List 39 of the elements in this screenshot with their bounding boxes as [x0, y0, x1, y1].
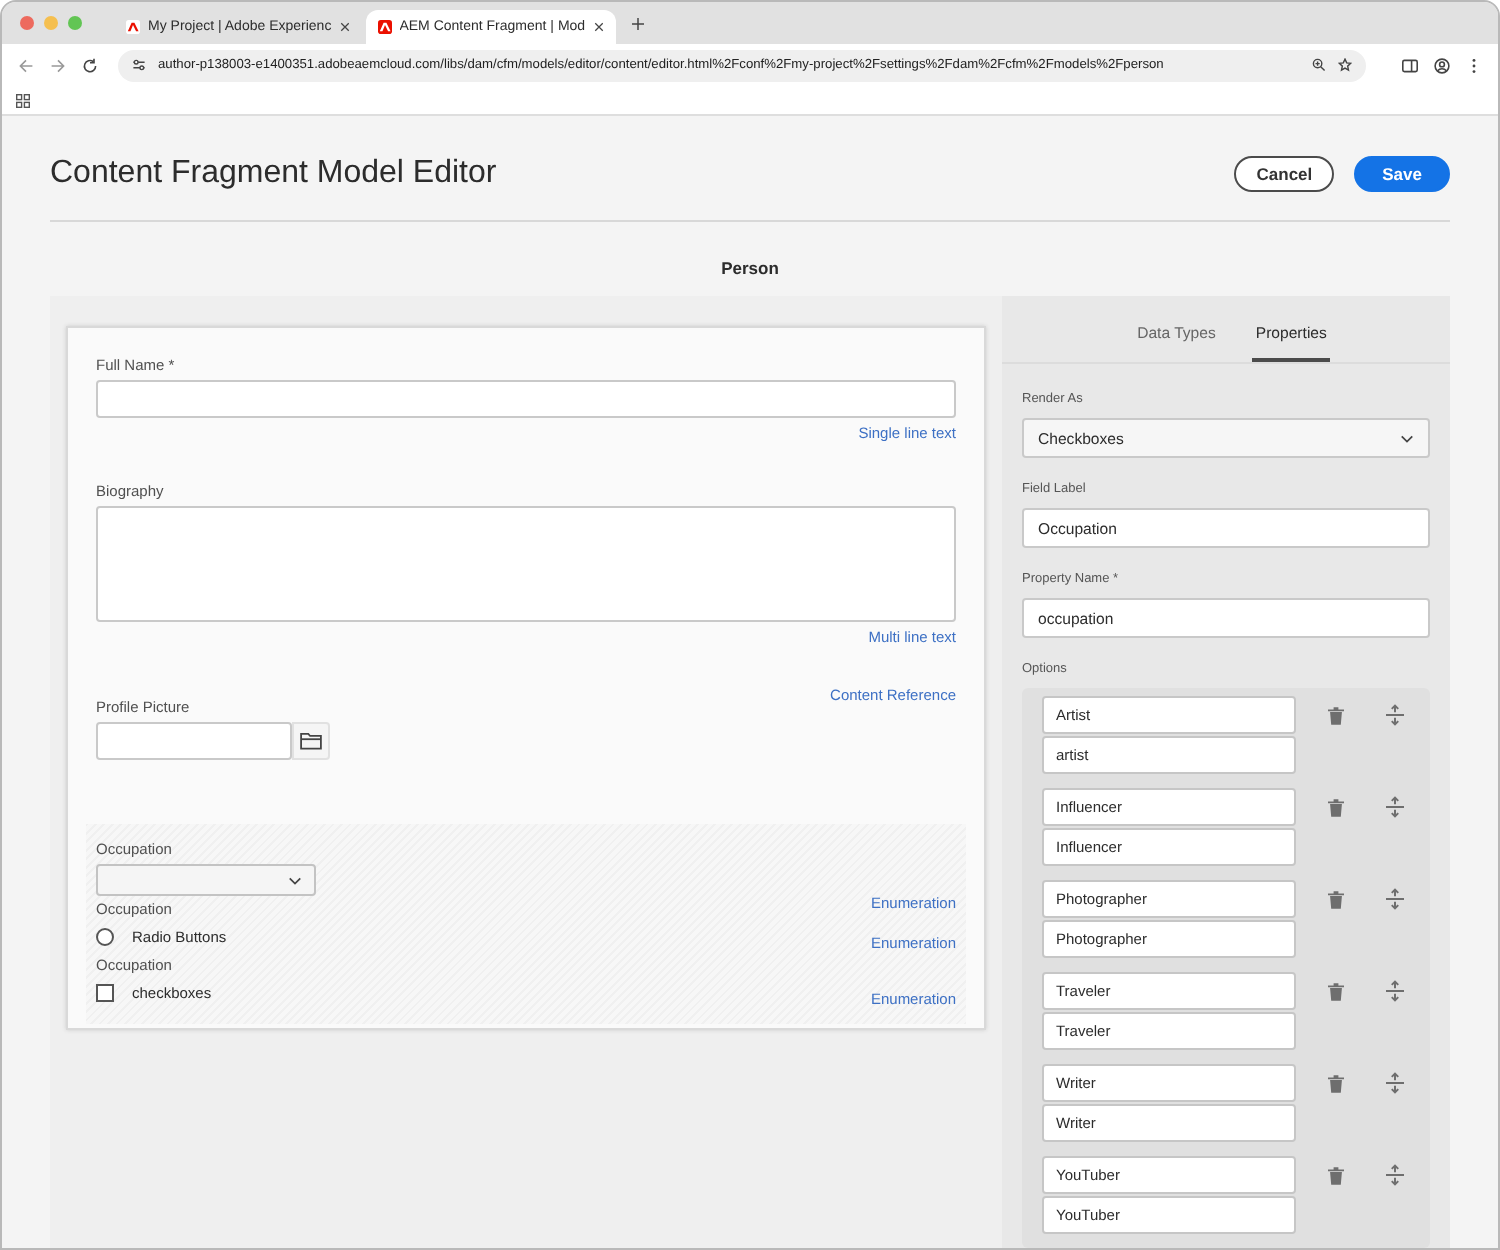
logo-icon	[126, 20, 140, 34]
drag-handle-icon[interactable]	[1386, 888, 1404, 910]
browse-button[interactable]	[292, 722, 330, 760]
cancel-button[interactable]: Cancel	[1234, 156, 1335, 192]
text-input[interactable]	[96, 380, 956, 418]
delete-icon[interactable]	[1328, 798, 1344, 818]
logo-icon	[377, 20, 392, 34]
checkbox[interactable]	[96, 984, 114, 1002]
radio-button[interactable]	[96, 928, 114, 946]
back-icon[interactable]	[18, 57, 34, 73]
drag-handle-icon[interactable]	[1386, 1072, 1404, 1094]
delete-icon[interactable]	[1328, 982, 1344, 1002]
new-tab-icon[interactable]	[631, 17, 644, 29]
save-button[interactable]: Save	[1354, 156, 1450, 192]
side-panel-icon[interactable]	[1402, 57, 1418, 73]
delete-icon[interactable]	[1328, 1074, 1344, 1094]
model-name: Person	[719, 256, 781, 282]
site-settings-icon[interactable]	[132, 58, 146, 72]
close-icon[interactable]	[339, 22, 350, 32]
page-title: Content Fragment Model Editor	[50, 156, 497, 192]
profile-icon[interactable]	[1434, 57, 1450, 73]
drag-handle-icon[interactable]	[1386, 980, 1404, 1002]
zoom-icon[interactable]	[1312, 58, 1326, 72]
drag-handle-icon[interactable]	[1386, 796, 1404, 818]
close-icon[interactable]	[593, 22, 604, 32]
close-window-button[interactable]	[20, 16, 34, 30]
reload-icon[interactable]	[82, 57, 98, 73]
delete-icon[interactable]	[1328, 890, 1344, 910]
forward-icon[interactable]	[50, 57, 66, 73]
apps-grid-icon[interactable]	[16, 93, 30, 107]
delete-icon[interactable]	[1328, 706, 1344, 726]
chevron-down-icon	[288, 875, 302, 885]
delete-icon[interactable]	[1328, 1166, 1344, 1186]
folder-icon	[300, 732, 322, 750]
chevron-down-icon	[1400, 433, 1414, 443]
drag-handle-icon[interactable]	[1386, 704, 1404, 726]
reference-input[interactable]	[96, 722, 292, 760]
drag-handle-icon[interactable]	[1386, 1164, 1404, 1186]
bookmark-star-icon[interactable]	[1338, 58, 1352, 72]
